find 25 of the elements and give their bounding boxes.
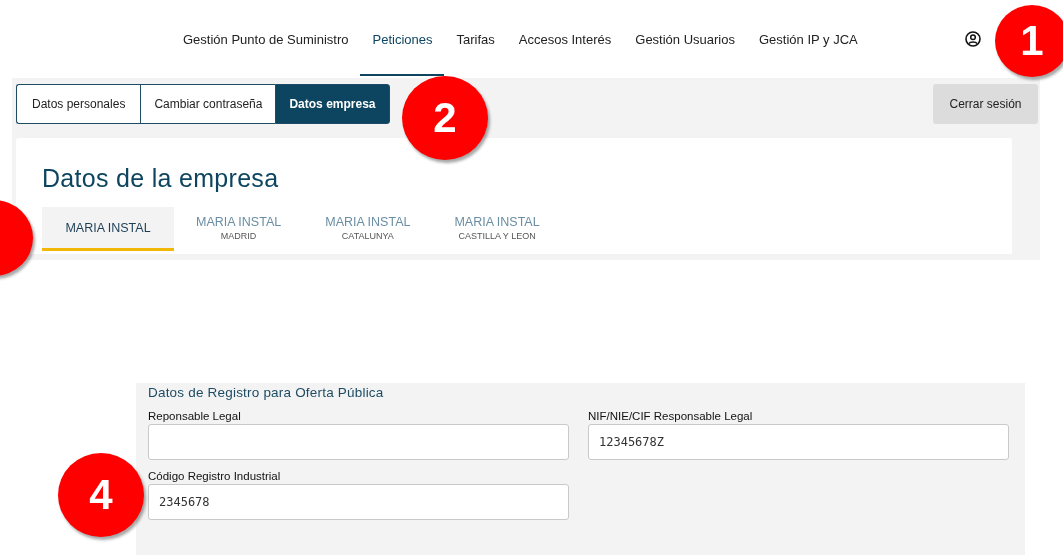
nav-link[interactable]: Gestión IP y JCA <box>747 4 870 76</box>
account-tab[interactable]: Cambiar contraseña <box>140 84 276 124</box>
nav-link[interactable]: Tarifas <box>444 4 507 76</box>
company-tab[interactable]: MARIA INSTAL CASTILLA Y LEON <box>432 207 562 251</box>
input-field[interactable] <box>148 424 569 460</box>
account-tab[interactable]: Datos empresa <box>275 84 390 124</box>
callout-badge: 4 <box>58 453 144 537</box>
nav-link[interactable]: Peticiones <box>360 4 445 76</box>
company-tab[interactable]: MARIA INSTAL MADRID <box>174 207 304 251</box>
nav-link[interactable]: Gestión Punto de Suministro <box>171 4 361 76</box>
nav-link[interactable]: Gestión Usuarios <box>623 4 747 76</box>
field-label: NIF/NIE/CIF Responsable Legal <box>588 410 754 422</box>
callout-badge: 1 <box>995 5 1063 77</box>
user-icon[interactable] <box>964 31 981 47</box>
company-tab[interactable]: MARIA INSTAL CATALUNYA <box>303 207 433 251</box>
section-title: Datos de Registro para Oferta Pública <box>148 385 385 400</box>
field-label: Código Registro Industrial <box>148 470 282 482</box>
logout-button[interactable]: Cerrar sesión <box>933 84 1038 124</box>
input-field[interactable]: 12345678Z <box>588 424 1009 460</box>
account-tab[interactable]: Datos personales <box>16 84 141 124</box>
nav-link[interactable]: Accesos Interés <box>506 4 624 76</box>
company-tab[interactable]: MARIA INSTAL <box>42 207 174 251</box>
page-title: Datos de la empresa <box>42 164 280 193</box>
input-field[interactable]: 2345678 <box>148 484 569 520</box>
field-label: Reponsable Legal <box>148 410 242 422</box>
